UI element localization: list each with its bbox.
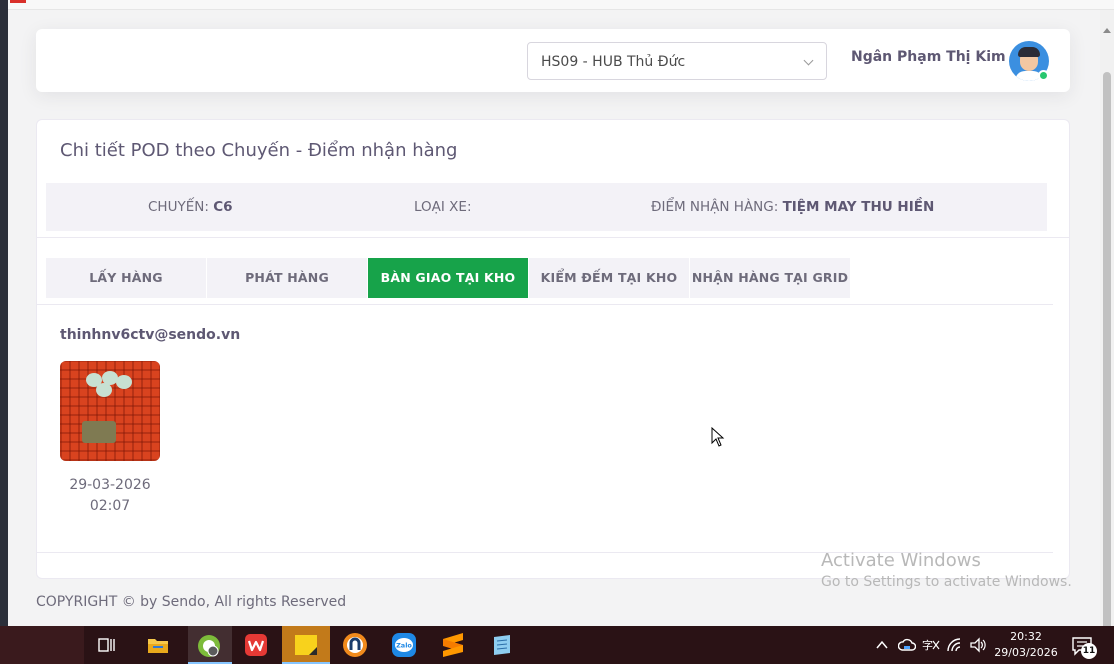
hub-select[interactable]: HS09 - HUB Thủ Đức [527, 42, 827, 80]
footer-copyright: COPYRIGHT © by Sendo, All rights Reserve… [36, 594, 347, 610]
trip-info-bar: CHUYẾN: C6 LOẠI XE: ĐIỂM NHẬN HÀNG: TIỆM… [46, 183, 1047, 231]
browser-top-edge [0, 0, 1114, 10]
svg-text:字: 字 [922, 638, 933, 652]
photo-item [82, 421, 116, 443]
taskbar-search-area[interactable] [0, 626, 84, 664]
hub-select-value: HS09 - HUB Thủ Đức [541, 54, 686, 70]
tab-phat-hang[interactable]: PHÁT HÀNG [207, 258, 367, 298]
tab-nhan-hang-tai-grid[interactable]: NHẬN HÀNG TẠI GRID [690, 258, 850, 298]
notepad-icon[interactable] [490, 634, 514, 656]
scroll-thumb[interactable] [1103, 72, 1111, 630]
chevron-down-icon [803, 55, 814, 66]
photo-item [96, 383, 112, 397]
avatar-hair [1018, 47, 1040, 57]
photo-item [116, 375, 132, 389]
file-explorer-icon[interactable] [147, 636, 169, 654]
trip-info: CHUYẾN: C6 [148, 199, 233, 215]
show-hidden-icons-chevron-icon[interactable] [876, 640, 888, 650]
pickup-info: ĐIỂM NHẬN HÀNG: TIỆM MAY THU HIỀN [651, 199, 934, 215]
divider [37, 237, 1069, 238]
input-method-icon[interactable]: 字 [922, 637, 940, 653]
taskbar-clock[interactable]: 20:32 29/03/2026 [990, 629, 1062, 661]
wifi-icon[interactable] [947, 638, 965, 653]
trip-value: C6 [213, 199, 233, 215]
clock-time: 20:32 [1010, 630, 1042, 643]
tab-lay-hang[interactable]: LẤY HÀNG [46, 258, 206, 298]
tab-kiem-dem-tai-kho[interactable]: KIỂM ĐẾM TẠI KHO [529, 258, 689, 298]
page-scrollbar[interactable] [1100, 10, 1114, 630]
zalo-icon[interactable]: Zalo [391, 632, 417, 658]
pod-detail-card: Chi tiết POD theo Chuyến - Điểm nhận hàn… [36, 119, 1070, 579]
clock-date: 29/03/2026 [994, 646, 1058, 659]
vehicle-label: LOẠI XE: [414, 199, 472, 215]
sticky-notes-icon[interactable] [294, 634, 318, 656]
task-view-icon[interactable] [98, 637, 116, 653]
cloud-sync-icon[interactable] [898, 637, 916, 653]
activate-windows-title: Activate Windows [821, 550, 981, 571]
pod-timestamp: 29-03-2026 02:07 [60, 475, 160, 517]
coccoc-browser-icon[interactable] [196, 633, 222, 659]
vehicle-info: LOẠI XE: [414, 199, 472, 215]
sidebar-edge [0, 0, 8, 626]
activate-windows-subtitle: Go to Settings to activate Windows. [821, 574, 1072, 590]
windows-taskbar: Zalo 字 20:32 29/03/2026 11 [0, 626, 1114, 664]
notification-count-badge: 11 [1081, 643, 1097, 659]
divider [37, 304, 1053, 305]
pickup-label: ĐIỂM NHẬN HÀNG: [651, 199, 779, 215]
speaker-volume-icon[interactable] [969, 637, 987, 653]
pod-time: 02:07 [89, 498, 131, 514]
pickup-value: TIỆM MAY THU HIỀN [782, 199, 935, 215]
pod-photo[interactable] [60, 361, 160, 461]
ultraviewer-icon[interactable] [342, 632, 368, 658]
trip-label: CHUYẾN: [148, 199, 209, 215]
pod-user-email: thinhnv6ctv@sendo.vn [60, 327, 241, 343]
tab-ban-giao-tai-kho[interactable]: BÀN GIAO TẠI KHO [368, 258, 528, 298]
page-title: Chi tiết POD theo Chuyến - Điểm nhận hàn… [60, 140, 458, 161]
top-red-marker [10, 0, 26, 3]
svg-text:Zalo: Zalo [396, 642, 412, 650]
top-navbar: HS09 - HUB Thủ Đức Ngân Phạm Thị Kim [36, 29, 1070, 92]
wps-office-icon[interactable] [244, 633, 268, 657]
pod-date: 29-03-2026 [69, 477, 151, 493]
online-status-dot [1038, 70, 1049, 81]
user-name[interactable]: Ngân Phạm Thị Kim [851, 49, 1006, 65]
mouse-cursor-icon [711, 427, 725, 447]
scroll-up-arrow-icon[interactable] [1103, 28, 1111, 33]
sublime-icon[interactable] [441, 632, 465, 658]
